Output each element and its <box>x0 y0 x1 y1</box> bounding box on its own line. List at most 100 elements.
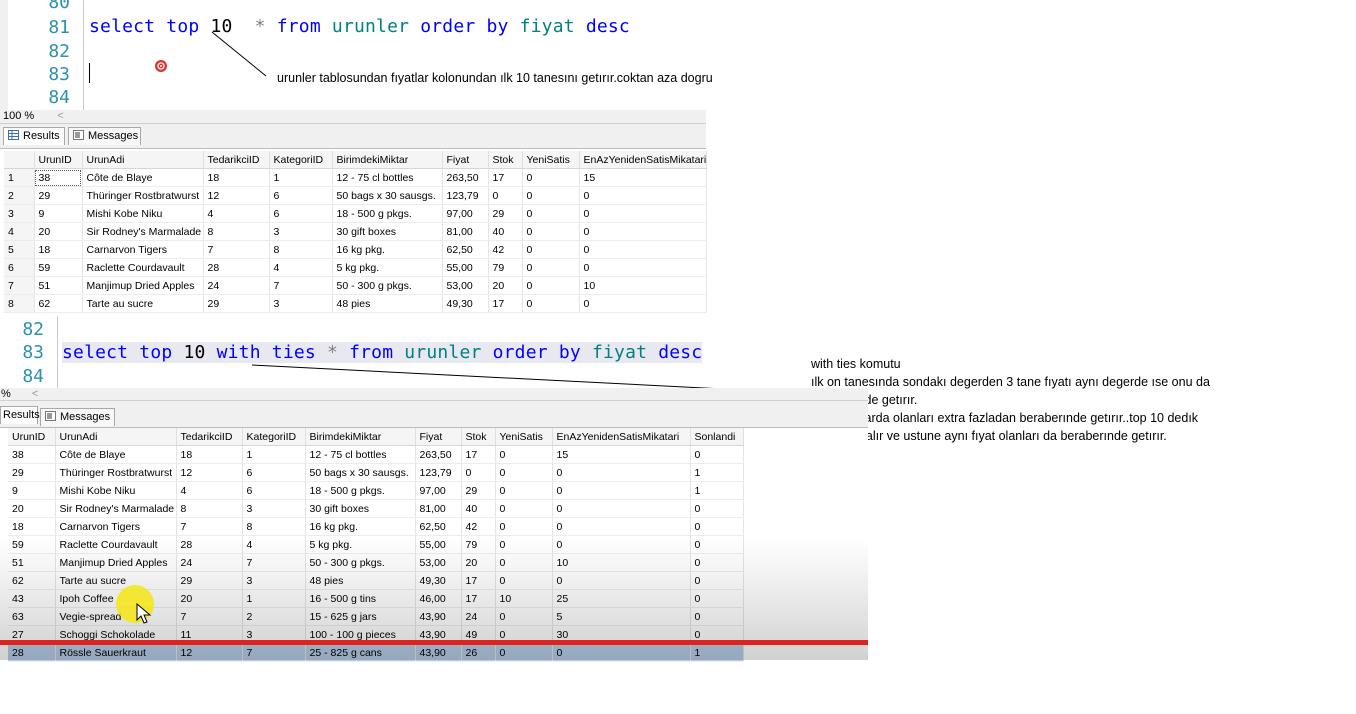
table-cell[interactable]: 50 bags x 30 sausgs. <box>305 463 416 482</box>
table-cell[interactable]: 51 <box>8 553 56 572</box>
table-cell[interactable]: 12 - 75 cl bottles <box>332 168 443 187</box>
table-cell[interactable]: 0 <box>495 517 553 536</box>
table-cell[interactable]: 49,30 <box>415 571 462 590</box>
table-cell[interactable]: 25 - 825 g cans <box>305 643 416 662</box>
table-cell[interactable]: 0 <box>579 258 707 277</box>
table-row[interactable]: 3 9 Mishi Kobe Niku 4 6 18 - 500 g pkgs. 97,00… <box>4 204 707 223</box>
table-cell[interactable]: 1 <box>4 168 35 187</box>
table-cell[interactable]: 0 <box>690 535 744 554</box>
table-cell[interactable]: 62,50 <box>442 240 489 259</box>
table-cell[interactable]: Thüringer Rostbratwurst <box>55 463 177 482</box>
table-cell[interactable]: 62 <box>8 571 56 590</box>
table-cell[interactable]: 0 <box>552 499 691 518</box>
table-cell[interactable]: 0 <box>495 571 553 590</box>
table-cell[interactable]: 79 <box>488 258 523 277</box>
table-cell[interactable]: 16 kg pkg. <box>332 240 443 259</box>
table-cell[interactable]: 49,30 <box>442 294 489 313</box>
table-cell[interactable]: 8 <box>203 222 270 241</box>
scroll-left-icon[interactable]: < <box>57 110 63 122</box>
table-cell[interactable]: 40 <box>488 222 523 241</box>
column-header[interactable]: KategoriID <box>269 151 333 169</box>
zoom-value[interactable]: 100 % <box>3 110 34 122</box>
table-cell[interactable]: 0 <box>495 643 553 662</box>
scroll-left-icon[interactable]: < <box>32 388 38 400</box>
table-cell[interactable]: 17 <box>461 445 496 464</box>
table-cell[interactable]: 17 <box>488 168 523 187</box>
zoom-level[interactable]: % < <box>0 388 868 401</box>
table-cell[interactable]: 0 <box>495 463 553 482</box>
table-cell[interactable]: 18 <box>176 445 243 464</box>
table-cell[interactable]: 0 <box>552 535 691 554</box>
table-cell[interactable]: 0 <box>552 481 691 500</box>
table-row[interactable]: 28 Rössle Sauerkraut 12 7 25 - 825 g cans 43,… <box>8 643 744 662</box>
zoom-value[interactable]: % <box>1 388 11 400</box>
table-row[interactable]: 62 Tarte au sucre 29 3 48 pies 49,30 17 0 0 0 <box>8 571 744 590</box>
column-header[interactable]: Sonlandi <box>690 428 744 446</box>
table-cell[interactable]: 7 <box>176 607 243 626</box>
table-cell[interactable]: 55,00 <box>415 535 462 554</box>
table-cell[interactable]: 7 <box>242 553 306 572</box>
table-cell[interactable]: 0 <box>522 294 580 313</box>
table-cell[interactable]: 46,00 <box>415 589 462 608</box>
table-cell[interactable]: 0 <box>552 643 691 662</box>
results-grid-2[interactable]: UrunID UrunAdi TedarikciID KategoriID Birimd… <box>8 428 744 662</box>
table-row[interactable]: 38 Côte de Blaye 18 1 12 - 75 cl bottles 263,… <box>8 445 744 464</box>
table-cell[interactable]: 18 - 500 g pkgs. <box>332 204 443 223</box>
table-cell[interactable]: 20 <box>34 222 83 241</box>
column-header[interactable]: Stok <box>488 151 523 169</box>
table-row[interactable]: 7 51 Manjimup Dried Apples 24 7 50 - 300 g pk… <box>4 276 707 295</box>
column-header[interactable]: BirimdekiMiktar <box>305 428 416 446</box>
column-header[interactable]: YeniSatis <box>522 151 580 169</box>
table-cell[interactable]: 4 <box>242 535 306 554</box>
table-row[interactable]: 18 Carnarvon Tigers 7 8 16 kg pkg. 62,50 42 0 0 0 <box>8 517 744 536</box>
table-cell[interactable]: 12 <box>176 463 243 482</box>
table-cell[interactable]: 81,00 <box>442 222 489 241</box>
results-grid-1[interactable]: UrunID UrunAdi TedarikciID KategoriID Birimd… <box>4 151 707 313</box>
table-cell[interactable]: 0 <box>552 463 691 482</box>
table-cell[interactable]: 59 <box>8 535 56 554</box>
table-cell[interactable]: 24 <box>203 276 270 295</box>
table-cell[interactable]: 9 <box>34 204 83 223</box>
table-cell[interactable]: Côte de Blaye <box>55 445 177 464</box>
table-cell[interactable]: 10 <box>495 589 553 608</box>
table-cell[interactable]: 0 <box>579 186 707 205</box>
table-cell[interactable]: 10 <box>552 553 691 572</box>
table-cell[interactable]: 62 <box>34 294 83 313</box>
table-row[interactable]: 51 Manjimup Dried Apples 24 7 50 - 300 g pkg… <box>8 553 744 572</box>
table-cell[interactable]: 4 <box>4 222 35 241</box>
table-cell[interactable]: 263,50 <box>415 445 462 464</box>
table-cell[interactable]: 0 <box>552 571 691 590</box>
column-header[interactable]: TedarikciID <box>203 151 270 169</box>
table-cell[interactable]: 18 <box>8 517 56 536</box>
table-cell[interactable]: Manjimup Dried Apples <box>55 553 177 572</box>
table-cell[interactable]: Sir Rodney's Marmalade <box>82 222 204 241</box>
table-cell[interactable]: 0 <box>690 571 744 590</box>
table-cell[interactable]: Sir Rodney's Marmalade <box>55 499 177 518</box>
column-header[interactable]: TedarikciID <box>176 428 243 446</box>
table-cell[interactable]: 0 <box>690 517 744 536</box>
table-cell[interactable]: 62,50 <box>415 517 462 536</box>
table-cell[interactable]: Vegie-spread <box>55 607 177 626</box>
table-cell[interactable]: 6 <box>4 258 35 277</box>
table-cell[interactable]: 12 <box>203 186 270 205</box>
table-cell[interactable]: 63 <box>8 607 56 626</box>
table-cell[interactable]: 4 <box>203 204 270 223</box>
table-cell[interactable]: 42 <box>461 517 496 536</box>
table-cell[interactable]: Tarte au sucre <box>82 294 204 313</box>
table-cell[interactable]: 97,00 <box>415 481 462 500</box>
table-cell[interactable]: 0 <box>495 553 553 572</box>
table-cell[interactable]: Carnarvon Tigers <box>82 240 204 259</box>
table-row[interactable]: 1 38 Côte de Blaye 18 1 12 - 75 cl bottles 263… <box>4 168 707 187</box>
table-cell[interactable]: 97,00 <box>442 204 489 223</box>
table-cell[interactable]: 1 <box>690 463 744 482</box>
sql-query-1[interactable]: select top 10 * from urunler order by fi… <box>89 16 630 37</box>
table-cell[interactable]: 10 <box>579 276 707 295</box>
table-cell[interactable]: 0 <box>522 186 580 205</box>
table-cell[interactable]: 3 <box>269 294 333 313</box>
table-cell[interactable]: 29 <box>34 186 83 205</box>
table-row[interactable]: 4 20 Sir Rodney's Marmalade 8 3 30 gift boxes… <box>4 222 707 241</box>
table-cell[interactable]: Manjimup Dried Apples <box>82 276 204 295</box>
column-header[interactable]: EnAzYenidenSatisMikatari <box>579 151 707 169</box>
table-row[interactable]: 20 Sir Rodney's Marmalade 8 3 30 gift boxes 8… <box>8 499 744 518</box>
table-cell[interactable]: 8 <box>269 240 333 259</box>
